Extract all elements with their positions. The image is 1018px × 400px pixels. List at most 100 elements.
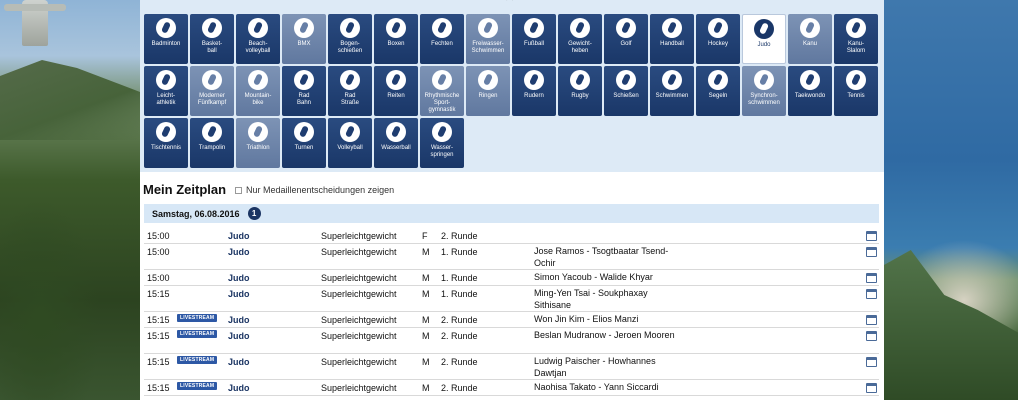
calendar-add-icon[interactable] — [866, 273, 877, 283]
sport-tile[interactable]: Segeln — [696, 66, 740, 116]
sport-tile[interactable]: Volleyball — [328, 118, 372, 168]
modern-pentathlon-icon — [202, 70, 222, 90]
event-round: 2. Runde — [441, 331, 478, 341]
livestream-badge[interactable]: LIVESTREAM — [177, 314, 218, 322]
sport-tile[interactable]: Tennis — [834, 66, 878, 116]
sport-tile[interactable]: BMX — [282, 14, 326, 64]
sport-tile[interactable]: Wasserball — [374, 118, 418, 168]
sport-tile-label: Kanu- Slalom — [846, 41, 866, 54]
sport-tile-label: Synchron- schwimmen — [748, 93, 780, 106]
event-match: Won Jin Kim - Elios Manzi — [534, 314, 639, 324]
sport-tile[interactable]: Rad Straße — [328, 66, 372, 116]
rugby-icon — [570, 70, 590, 90]
event-gender: M — [422, 331, 430, 341]
event-name: Superleichtgewicht — [321, 247, 397, 257]
schedule-list: 15:00 Judo Superleichtgewicht F 2. Runde 15:0… — [144, 228, 879, 396]
sport-tile[interactable]: Ringen — [466, 66, 510, 116]
sport-tile-label: Kanu — [802, 41, 817, 47]
sport-tile-label: Boxen — [387, 41, 405, 47]
sport-tile[interactable]: Rhythmische Sport- gymnastik — [420, 66, 464, 116]
calendar-add-icon[interactable] — [866, 331, 877, 341]
sport-tile[interactable]: Beach- volleyball — [236, 14, 280, 64]
sport-tile[interactable]: Rudern — [512, 66, 556, 116]
background-bay-right — [884, 0, 1018, 400]
sport-tile[interactable]: Badminton — [144, 14, 188, 64]
event-gender: M — [422, 289, 430, 299]
sport-tile[interactable]: Turnen — [282, 118, 326, 168]
sport-tile[interactable]: Rad Bahn — [282, 66, 326, 116]
calendar-add-icon[interactable] — [866, 247, 877, 257]
sport-tile[interactable]: Boxen — [374, 14, 418, 64]
event-gender: F — [422, 231, 428, 241]
event-name: Superleichtgewicht — [321, 357, 397, 367]
sport-tile[interactable]: Fechten — [420, 14, 464, 64]
table-row: 15:15 Judo Superleichtgewicht M 2. Runde Besl… — [144, 328, 879, 354]
judo-icon — [754, 19, 774, 39]
close-icon[interactable]: × — [505, 0, 514, 6]
event-round: 1. Runde — [441, 273, 478, 283]
sport-tile[interactable]: Kanu — [788, 14, 832, 64]
sport-tile-label: Wasserball — [381, 145, 411, 151]
sport-tile[interactable]: Bogen- schießen — [328, 14, 372, 64]
medal-filter[interactable]: Nur Medaillenentscheidungen zeigen — [235, 185, 394, 195]
sport-tile[interactable]: Trampolin — [190, 118, 234, 168]
sport-tile[interactable]: Fußball — [512, 14, 556, 64]
sport-tile-label: Trampolin — [198, 145, 226, 151]
sport-tile[interactable]: Basket- ball — [190, 14, 234, 64]
calendar-add-icon[interactable] — [866, 315, 877, 325]
sport-tile-label: Moderner Fünfkampf — [197, 93, 227, 106]
archery-icon — [340, 18, 360, 38]
sport-tile[interactable]: Gewicht- heben — [558, 14, 602, 64]
event-time: 15:15 — [147, 315, 170, 325]
sport-tile[interactable]: Schießen — [604, 66, 648, 116]
sport-tile[interactable]: Judo — [742, 14, 786, 64]
calendar-add-icon[interactable] — [866, 231, 877, 241]
trampoline-icon — [202, 122, 222, 142]
sport-tile[interactable]: Wasser- springen — [420, 118, 464, 168]
sport-tile[interactable]: Taekwondo — [788, 66, 832, 116]
livestream-badge[interactable]: LIVESTREAM — [177, 382, 218, 390]
beach-volleyball-icon — [248, 18, 268, 38]
sport-tile[interactable]: Triathlon — [236, 118, 280, 168]
event-sport: Judo — [228, 315, 250, 325]
sport-tile-label: Bogen- schießen — [337, 41, 363, 54]
livestream-badge[interactable]: LIVESTREAM — [177, 356, 218, 364]
sport-tile-label: Rugby — [571, 93, 589, 99]
track-cycling-icon — [294, 70, 314, 90]
sport-tile-label: Tennis — [847, 93, 865, 99]
sport-tile[interactable]: Handball — [650, 14, 694, 64]
sport-tile[interactable]: Schwimmen — [650, 66, 694, 116]
event-time: 15:15 — [147, 383, 170, 393]
event-time: 15:15 — [147, 331, 170, 341]
sport-tile[interactable]: Freiwasser- Schwimmen — [466, 14, 510, 64]
calendar-add-icon[interactable] — [866, 289, 877, 299]
water-polo-icon — [386, 122, 406, 142]
calendar-add-icon[interactable] — [866, 357, 877, 367]
event-name: Superleichtgewicht — [321, 315, 397, 325]
sport-tile[interactable]: Rugby — [558, 66, 602, 116]
event-time: 15:15 — [147, 357, 170, 367]
event-sport: Judo — [228, 247, 250, 257]
sport-tile[interactable]: Kanu- Slalom — [834, 14, 878, 64]
table-row: 15:00 Judo Superleichtgewicht F 2. Runde — [144, 228, 879, 244]
sport-tile[interactable]: Tischtennis — [144, 118, 188, 168]
synchronized-swimming-icon — [754, 70, 774, 90]
event-gender: M — [422, 315, 430, 325]
sport-tile[interactable]: Hockey — [696, 14, 740, 64]
sport-tile[interactable]: Synchron- schwimmen — [742, 66, 786, 116]
livestream-badge[interactable]: LIVESTREAM — [177, 330, 218, 338]
medal-filter-checkbox[interactable] — [235, 186, 242, 194]
sport-tile[interactable]: Leicht- athletik — [144, 66, 188, 116]
event-round: 2. Runde — [441, 315, 478, 325]
calendar-add-icon[interactable] — [866, 383, 877, 393]
sport-tile-label: Beach- volleyball — [245, 41, 271, 54]
sport-tile[interactable]: Moderner Fünfkampf — [190, 66, 234, 116]
table-row: 15:15 Judo Superleichtgewicht M 2. Runde Naoh… — [144, 380, 879, 396]
sport-tile[interactable]: Golf — [604, 14, 648, 64]
event-sport: Judo — [228, 357, 250, 367]
sport-tile-label: Fußball — [523, 41, 544, 47]
sport-tile[interactable]: Mountain- bike — [236, 66, 280, 116]
sport-tile-label: Schwimmen — [655, 93, 689, 99]
sport-tile[interactable]: Reiten — [374, 66, 418, 116]
sport-tile-label: Freiwasser- Schwimmen — [471, 41, 505, 54]
